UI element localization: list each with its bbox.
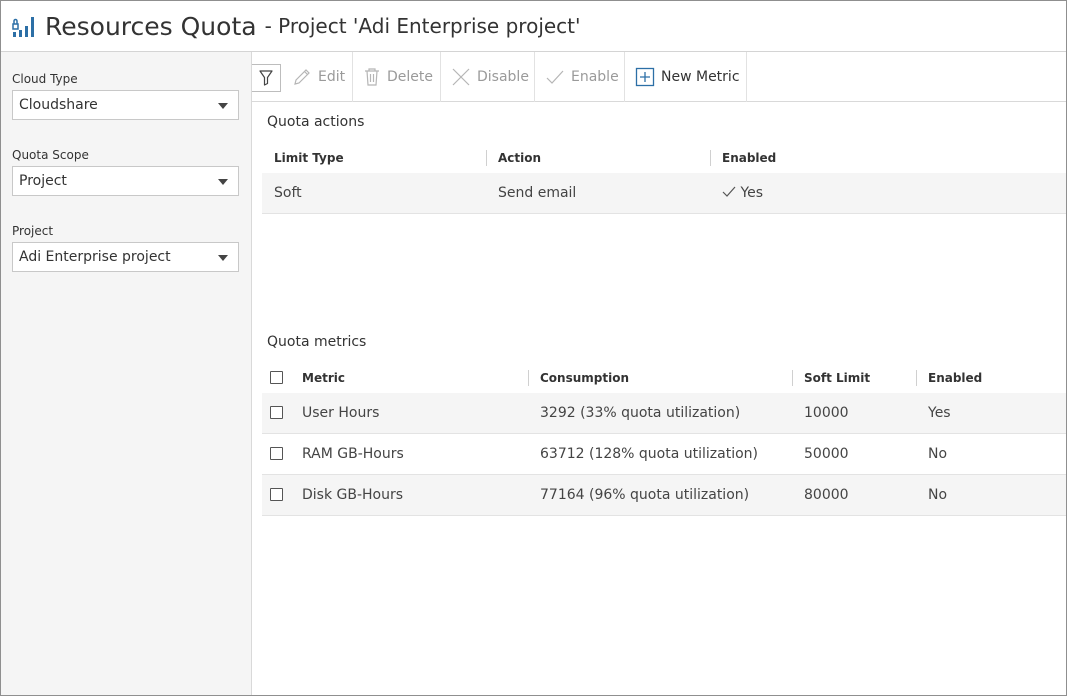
metric-cell: User Hours [302, 405, 380, 421]
caret-down-icon [218, 103, 228, 109]
disable-button[interactable]: Disable [441, 52, 535, 102]
column-divider [792, 370, 793, 386]
edit-label: Edit [318, 69, 346, 85]
table-row[interactable]: Disk GB-Hours 77164 (96% quota utilizati… [262, 475, 1066, 516]
x-icon [452, 68, 470, 86]
table-row[interactable]: RAM GB-Hours 63712 (128% quota utilizati… [262, 434, 1066, 475]
quota-metrics-title: Quota metrics [267, 334, 367, 350]
quota-scope-value: Project [19, 173, 67, 189]
enable-button[interactable]: Enable [535, 52, 625, 102]
column-header-soft-limit[interactable]: Soft Limit [804, 371, 870, 385]
page-title: Resources Quota [45, 11, 257, 41]
consumption-cell: 3292 (33% quota utilization) [540, 405, 741, 421]
limit-type-cell: Soft [274, 185, 302, 201]
page-subtitle: - Project 'Adi Enterprise project' [264, 14, 581, 38]
cloud-type-value: Cloudshare [19, 97, 98, 113]
column-header-action[interactable]: Action [498, 151, 541, 165]
soft-limit-cell: 80000 [804, 487, 849, 503]
checkmark-icon [722, 186, 736, 197]
disable-label: Disable [477, 69, 529, 85]
quota-scope-label: Quota Scope [12, 148, 89, 162]
table-row[interactable]: Soft Send email Yes [262, 173, 1066, 214]
consumption-cell: 63712 (128% quota utilization) [540, 446, 759, 462]
consumption-cell: 77164 (96% quota utilization) [540, 487, 750, 503]
cloud-type-field: Cloud Type Cloudshare [12, 72, 239, 120]
column-header-limit-type[interactable]: Limit Type [274, 151, 344, 165]
project-value: Adi Enterprise project [19, 249, 171, 265]
column-divider [916, 370, 917, 386]
enabled-cell: Yes [722, 185, 763, 201]
filter-sidebar: Cloud Type Cloudshare Quota Scope Projec… [1, 52, 252, 695]
cloud-type-select[interactable]: Cloudshare [12, 90, 239, 120]
quota-scope-select[interactable]: Project [12, 166, 239, 196]
page-header: Resources Quota - Project 'Adi Enterpris… [1, 1, 1066, 52]
plus-square-icon [635, 67, 655, 87]
soft-limit-cell: 10000 [804, 405, 849, 421]
project-field: Project Adi Enterprise project [12, 224, 239, 272]
column-divider [486, 150, 487, 166]
edit-button[interactable]: Edit [282, 52, 353, 102]
column-header-consumption[interactable]: Consumption [540, 371, 629, 385]
project-label: Project [12, 224, 54, 238]
filter-toggle-button[interactable] [252, 64, 281, 92]
quota-actions-title: Quota actions [267, 114, 365, 130]
column-header-metric[interactable]: Metric [302, 371, 345, 385]
checkmark-icon [546, 70, 564, 84]
new-metric-button[interactable]: New Metric [625, 52, 747, 102]
toolbar: Edit Delete Disable Enable New Metric [252, 52, 1066, 102]
quota-metrics-table: Metric Consumption Soft Limit Enabled Us… [262, 363, 1066, 516]
row-checkbox[interactable] [270, 488, 283, 501]
quota-scope-field: Quota Scope Project [12, 148, 239, 196]
column-divider [710, 150, 711, 166]
soft-limit-cell: 50000 [804, 446, 849, 462]
enabled-cell: No [928, 487, 948, 503]
new-metric-label: New Metric [661, 69, 740, 85]
column-divider [528, 370, 529, 386]
project-select[interactable]: Adi Enterprise project [12, 242, 239, 272]
action-cell: Send email [498, 185, 577, 201]
row-checkbox[interactable] [270, 406, 283, 419]
table-header: Metric Consumption Soft Limit Enabled [262, 363, 1066, 393]
delete-label: Delete [387, 69, 433, 85]
column-header-enabled[interactable]: Enabled [722, 151, 776, 165]
quota-bars-icon [12, 17, 34, 37]
metric-cell: Disk GB-Hours [302, 487, 404, 503]
row-checkbox[interactable] [270, 447, 283, 460]
enabled-cell: Yes [928, 405, 951, 421]
table-row[interactable]: User Hours 3292 (33% quota utilization) … [262, 393, 1066, 434]
caret-down-icon [218, 255, 228, 261]
main-content: Edit Delete Disable Enable New Metric Qu… [252, 52, 1066, 695]
cloud-type-label: Cloud Type [12, 72, 78, 86]
pencil-icon [294, 69, 310, 85]
metric-cell: RAM GB-Hours [302, 446, 404, 462]
delete-button[interactable]: Delete [353, 52, 441, 102]
enabled-cell: No [928, 446, 948, 462]
column-header-enabled[interactable]: Enabled [928, 371, 982, 385]
quota-actions-table: Limit Type Action Enabled Soft Send emai… [262, 143, 1066, 214]
select-all-checkbox[interactable] [270, 371, 283, 384]
table-header: Limit Type Action Enabled [262, 143, 1066, 173]
filter-icon [259, 70, 273, 86]
caret-down-icon [218, 179, 228, 185]
trash-icon [365, 68, 379, 86]
app-window: Resources Quota - Project 'Adi Enterpris… [0, 0, 1067, 696]
enable-label: Enable [571, 69, 619, 85]
enabled-value: Yes [740, 185, 764, 201]
